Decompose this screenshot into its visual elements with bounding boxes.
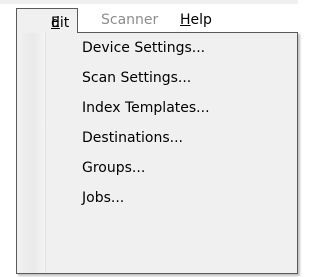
menu-item-jobs[interactable]: Jobs... [20, 183, 294, 213]
menu-item-device-settings[interactable]: Device Settings... [20, 33, 294, 63]
menu-scanner-label: Scanner [101, 12, 159, 28]
menu-scanner[interactable]: Scanner [101, 10, 158, 30]
menu-edit[interactable]: Edit [16, 8, 78, 33]
menu-item-label: Jobs... [82, 190, 125, 206]
menu-item-label: Destinations... [82, 130, 183, 146]
menu-item-destinations[interactable]: Destinations... [20, 123, 294, 153]
menu-item-groups[interactable]: Groups... [20, 153, 294, 183]
menu-help-mnemonic: H [180, 12, 191, 28]
menu-item-scan-settings[interactable]: Scan Settings... [20, 63, 294, 93]
menu-item-label: Index Templates... [82, 100, 210, 116]
menu-bar: Edit Scanner Help [0, 0, 298, 33]
menu-help[interactable]: Help [180, 10, 212, 30]
menu-item-index-templates[interactable]: Index Templates... [20, 93, 294, 123]
menu-bar-top-edge [0, 0, 298, 4]
edit-dropdown-menu: Device Settings... Scan Settings... Inde… [16, 32, 298, 274]
menu-help-label-rest: elp [190, 12, 212, 28]
menu-item-label: Scan Settings... [82, 70, 192, 86]
menu-edit-label-rest: dit [51, 15, 70, 31]
menu-item-label: Device Settings... [82, 40, 206, 56]
menu-item-label: Groups... [82, 160, 146, 176]
